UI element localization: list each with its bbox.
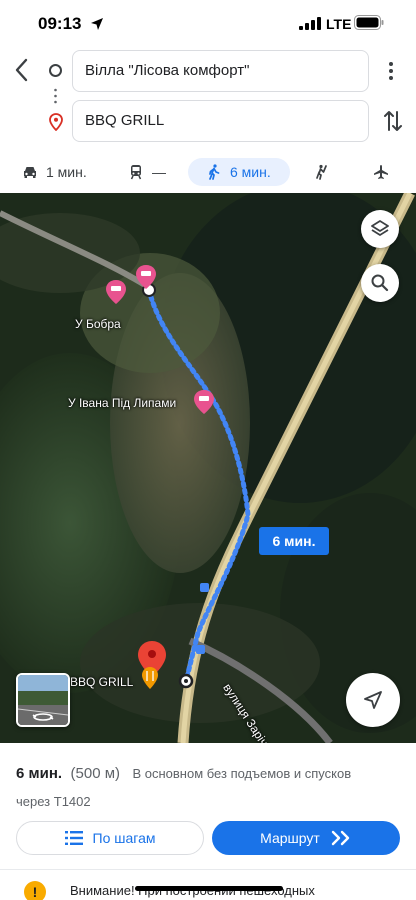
place-label-bbq-grill[interactable]: BBQ GRILL: [70, 675, 133, 689]
hail-icon: [316, 164, 327, 180]
route-duration: 6 мин.: [16, 765, 63, 782]
map-view[interactable]: У Бобра У Івана Під Липами BBQ GRILL 6 м…: [0, 193, 416, 743]
street-view-image: [18, 675, 68, 725]
tab-walking-label: 6 мин.: [230, 164, 271, 180]
double-chevron-icon: [331, 830, 350, 846]
train-icon: [130, 165, 142, 180]
bus-stop-1: [200, 583, 209, 592]
my-location-button[interactable]: [346, 673, 400, 727]
start-route-label: Маршрут: [260, 830, 320, 846]
origin-field[interactable]: Вілла "Лісова комфорт": [72, 50, 369, 92]
home-indicator[interactable]: [135, 886, 283, 891]
route-via: через Т1402: [16, 794, 91, 809]
battery-icon: [354, 15, 384, 30]
place-label-u-ivana[interactable]: У Івана Під Липами: [68, 396, 176, 410]
bus-stop-2: [196, 645, 205, 654]
route-eta-badge: 6 мин.: [259, 527, 329, 555]
warning-icon: !: [24, 881, 46, 900]
airplane-icon: [374, 165, 388, 179]
route-summary-sheet: 6 мин. (500 м) В основном без подъемов и…: [0, 743, 416, 900]
route-distance: (500 м): [70, 765, 121, 782]
swap-icon[interactable]: [382, 108, 404, 134]
tab-driving[interactable]: 1 мин.: [22, 158, 87, 186]
back-arrow-icon[interactable]: [10, 56, 34, 84]
status-time: 09:13: [38, 14, 82, 33]
location-arrow-icon: [91, 18, 103, 30]
steps-button[interactable]: По шагам: [16, 821, 204, 855]
satellite-map: [0, 193, 416, 743]
search-icon: [371, 274, 389, 292]
origin-circle-icon: [49, 64, 62, 77]
place-label-u-bobra[interactable]: У Бобра: [75, 317, 121, 331]
route-summary: 6 мин. (500 м) В основном без подъемов и…: [16, 765, 351, 783]
signal-icon: [299, 17, 321, 30]
connector-dots-icon: [54, 88, 57, 104]
walk-icon: [209, 164, 220, 180]
navigation-arrow-icon: [364, 691, 382, 709]
more-options-icon[interactable]: [382, 58, 400, 84]
tab-walking[interactable]: 6 мин.: [188, 158, 290, 186]
map-search-button[interactable]: [361, 264, 399, 302]
start-route-button[interactable]: Маршрут: [212, 821, 400, 855]
tab-transit[interactable]: —: [128, 158, 166, 186]
status-bar: 09:13 LTE: [0, 0, 416, 48]
street-view-thumbnail[interactable]: [16, 673, 70, 727]
tab-transit-label: —: [152, 164, 166, 180]
tab-driving-label: 1 мин.: [46, 164, 87, 180]
layers-button[interactable]: [361, 210, 399, 248]
travel-mode-tabs: 1 мин. — 6 мин.: [0, 155, 416, 191]
destination-pin-icon: [49, 113, 63, 131]
list-icon: [64, 831, 83, 845]
tab-ride-hail[interactable]: [314, 158, 330, 186]
layers-icon: [371, 220, 389, 236]
sheet-divider: [0, 869, 416, 870]
tab-flights[interactable]: [373, 158, 389, 186]
destination-field[interactable]: BBQ GRILL: [72, 100, 369, 142]
steps-button-label: По шагам: [92, 830, 156, 846]
route-description: В основном без подъемов и спусков: [132, 766, 352, 781]
car-icon: [24, 167, 36, 178]
network-type: LTE: [326, 16, 352, 32]
